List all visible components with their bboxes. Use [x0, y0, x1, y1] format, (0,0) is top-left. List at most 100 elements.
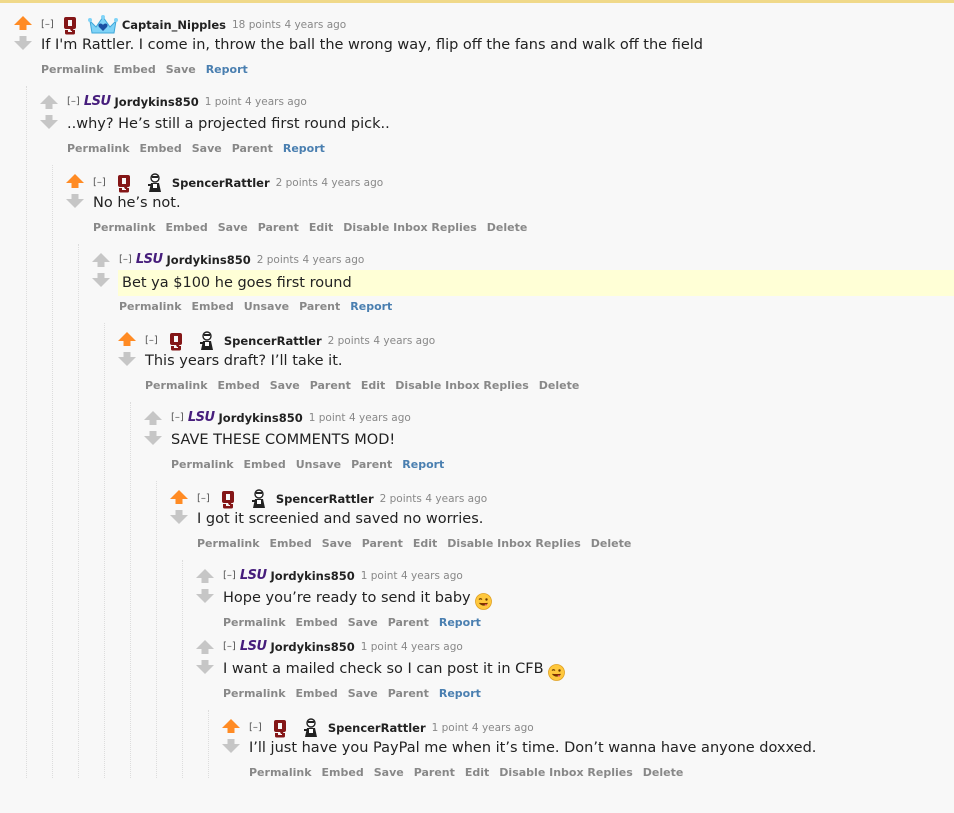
embed-button[interactable]: Embed: [140, 142, 182, 155]
parent-button[interactable]: Parent: [351, 458, 392, 471]
permalink-button[interactable]: Permalink: [249, 766, 312, 779]
collapse-toggle[interactable]: [–]: [171, 412, 184, 423]
parent-button[interactable]: Parent: [388, 687, 429, 700]
collapse-toggle[interactable]: [–]: [249, 722, 262, 733]
report-button[interactable]: Report: [402, 458, 444, 471]
permalink-button[interactable]: Permalink: [223, 616, 286, 629]
delete-button[interactable]: Delete: [487, 221, 528, 234]
downvote-arrow-icon[interactable]: [144, 430, 162, 445]
downvote-arrow-icon[interactable]: [118, 351, 136, 366]
parent-button[interactable]: Parent: [232, 142, 273, 155]
embed-button[interactable]: Embed: [296, 616, 338, 629]
collapse-toggle[interactable]: [–]: [93, 177, 106, 188]
thread-guide-line: [182, 560, 183, 778]
comment-author[interactable]: Captain_Nipples: [122, 18, 226, 32]
embed-button[interactable]: Embed: [166, 221, 208, 234]
parent-button[interactable]: Parent: [388, 616, 429, 629]
embed-button[interactable]: Embed: [114, 63, 156, 76]
upvote-arrow-icon[interactable]: [14, 15, 32, 30]
comment-author[interactable]: Jordykins850: [167, 253, 251, 267]
collapse-toggle[interactable]: [–]: [119, 254, 132, 265]
parent-button[interactable]: Parent: [299, 300, 340, 313]
upvote-arrow-icon[interactable]: [170, 489, 188, 504]
downvote-arrow-icon[interactable]: [14, 35, 32, 50]
downvote-arrow-icon[interactable]: [196, 588, 214, 603]
comment-author[interactable]: SpencerRattler: [276, 492, 374, 506]
report-button[interactable]: Report: [439, 616, 481, 629]
upvote-arrow-icon[interactable]: [144, 410, 162, 425]
upvote-arrow-icon[interactable]: [196, 639, 214, 654]
disable-inbox-replies-button[interactable]: Disable Inbox Replies: [395, 379, 528, 392]
embed-button[interactable]: Embed: [192, 300, 234, 313]
save-button[interactable]: Save: [166, 63, 196, 76]
report-button[interactable]: Report: [283, 142, 325, 155]
permalink-button[interactable]: Permalink: [197, 537, 260, 550]
parent-button[interactable]: Parent: [414, 766, 455, 779]
embed-button[interactable]: Embed: [218, 379, 260, 392]
ou-logo-icon: [273, 719, 286, 737]
comment-body: If I'm Rattler. I come in, throw the bal…: [41, 35, 703, 55]
unsave-button[interactable]: Unsave: [296, 458, 341, 471]
embed-button[interactable]: Embed: [270, 537, 312, 550]
downvote-arrow-icon[interactable]: [92, 272, 110, 287]
parent-button[interactable]: Parent: [362, 537, 403, 550]
save-button[interactable]: Save: [270, 379, 300, 392]
collapse-toggle[interactable]: [–]: [145, 335, 158, 346]
permalink-button[interactable]: Permalink: [119, 300, 182, 313]
comment-author[interactable]: Jordykins850: [219, 411, 303, 425]
permalink-button[interactable]: Permalink: [67, 142, 130, 155]
report-button[interactable]: Report: [206, 63, 248, 76]
parent-button[interactable]: Parent: [310, 379, 351, 392]
save-button[interactable]: Save: [322, 537, 352, 550]
collapse-toggle[interactable]: [–]: [67, 96, 80, 107]
collapse-toggle[interactable]: [–]: [41, 19, 54, 30]
upvote-arrow-icon[interactable]: [222, 718, 240, 733]
downvote-arrow-icon[interactable]: [196, 659, 214, 674]
delete-button[interactable]: Delete: [591, 537, 632, 550]
embed-button[interactable]: Embed: [322, 766, 364, 779]
embed-button[interactable]: Embed: [296, 687, 338, 700]
disable-inbox-replies-button[interactable]: Disable Inbox Replies: [499, 766, 632, 779]
comment-author[interactable]: Jordykins850: [115, 95, 199, 109]
edit-button[interactable]: Edit: [465, 766, 489, 779]
comment-author[interactable]: Jordykins850: [271, 569, 355, 583]
permalink-button[interactable]: Permalink: [41, 63, 104, 76]
comment-author[interactable]: SpencerRattler: [328, 721, 426, 735]
save-button[interactable]: Save: [348, 687, 378, 700]
upvote-arrow-icon[interactable]: [92, 252, 110, 267]
upvote-arrow-icon[interactable]: [66, 173, 84, 188]
upvote-arrow-icon[interactable]: [40, 94, 58, 109]
permalink-button[interactable]: Permalink: [223, 687, 286, 700]
delete-button[interactable]: Delete: [643, 766, 684, 779]
delete-button[interactable]: Delete: [539, 379, 580, 392]
upvote-arrow-icon[interactable]: [196, 568, 214, 583]
unsave-button[interactable]: Unsave: [244, 300, 289, 313]
report-button[interactable]: Report: [350, 300, 392, 313]
permalink-button[interactable]: Permalink: [145, 379, 208, 392]
report-button[interactable]: Report: [439, 687, 481, 700]
save-button[interactable]: Save: [348, 616, 378, 629]
disable-inbox-replies-button[interactable]: Disable Inbox Replies: [447, 537, 580, 550]
edit-button[interactable]: Edit: [413, 537, 437, 550]
upvote-arrow-icon[interactable]: [118, 331, 136, 346]
collapse-toggle[interactable]: [–]: [197, 493, 210, 504]
save-button[interactable]: Save: [192, 142, 222, 155]
edit-button[interactable]: Edit: [361, 379, 385, 392]
save-button[interactable]: Save: [374, 766, 404, 779]
edit-button[interactable]: Edit: [309, 221, 333, 234]
collapse-toggle[interactable]: [–]: [223, 570, 236, 581]
downvote-arrow-icon[interactable]: [66, 193, 84, 208]
collapse-toggle[interactable]: [–]: [223, 641, 236, 652]
permalink-button[interactable]: Permalink: [171, 458, 234, 471]
disable-inbox-replies-button[interactable]: Disable Inbox Replies: [343, 221, 476, 234]
comment-author[interactable]: SpencerRattler: [224, 334, 322, 348]
downvote-arrow-icon[interactable]: [222, 738, 240, 753]
permalink-button[interactable]: Permalink: [93, 221, 156, 234]
comment-author[interactable]: Jordykins850: [271, 640, 355, 654]
downvote-arrow-icon[interactable]: [40, 114, 58, 129]
embed-button[interactable]: Embed: [244, 458, 286, 471]
downvote-arrow-icon[interactable]: [170, 509, 188, 524]
parent-button[interactable]: Parent: [258, 221, 299, 234]
save-button[interactable]: Save: [218, 221, 248, 234]
comment-author[interactable]: SpencerRattler: [172, 176, 270, 190]
